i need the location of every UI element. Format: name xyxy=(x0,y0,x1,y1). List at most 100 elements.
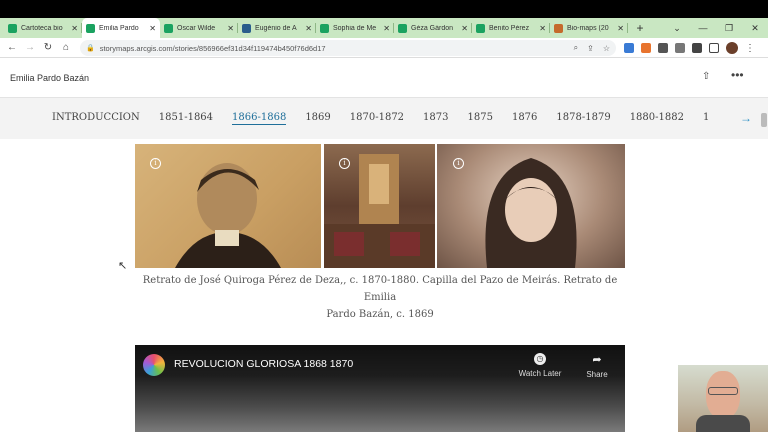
tab-favicon-icon xyxy=(320,23,329,33)
address-bar-row: ← → ↻ ⌂ 🔒 storymaps.arcgis.com/stories/8… xyxy=(0,38,768,58)
tab-label: Cartoteca bio xyxy=(21,24,63,32)
nav-item[interactable]: 1851-1864 xyxy=(159,112,213,123)
browser-tab[interactable]: Oscar Wilde ✕ xyxy=(160,18,238,38)
top-black-bar xyxy=(0,0,768,18)
clock-icon: ◷ xyxy=(534,353,546,365)
url-field[interactable]: 🔒 storymaps.arcgis.com/stories/856966ef3… xyxy=(80,40,616,56)
webcam-overlay xyxy=(678,365,768,432)
glasses xyxy=(708,387,738,395)
story-header: Emilia Pardo Bazán ⇧ ••• xyxy=(0,59,768,98)
bookmark-star-icon[interactable]: ☆ xyxy=(603,44,610,53)
watch-later-button[interactable]: ◷ Watch Later xyxy=(518,353,562,378)
video-title[interactable]: REVOLUCION GLORIOSA 1868 1870 xyxy=(174,358,353,370)
nav-item[interactable]: 1866-1868 xyxy=(232,112,287,125)
tab-label: Géza Gárdon xyxy=(411,24,454,32)
forward-icon[interactable]: → xyxy=(21,42,39,53)
extension-icon[interactable] xyxy=(624,43,634,53)
share-arrow-icon: ➦ xyxy=(592,354,602,366)
tab-favicon-icon xyxy=(554,23,563,33)
close-window-button[interactable]: ✕ xyxy=(742,18,768,38)
channel-logo[interactable] xyxy=(143,354,165,376)
extension-icon[interactable] xyxy=(641,43,651,53)
puzzle-extensions-icon[interactable] xyxy=(692,43,702,53)
info-icon[interactable]: i xyxy=(150,158,161,169)
story-navigation: INTRODUCCIÓN 1851-1864 1866-1868 1869 1870-1… xyxy=(0,98,768,139)
browser-tab[interactable]: Benito Pérez ✕ xyxy=(472,18,550,38)
nav-item[interactable]: 1878-1879 xyxy=(556,112,610,123)
tab-favicon-icon xyxy=(476,23,485,33)
browser-tab-bar: Cartoteca bio ✕ Emilia Pardo ✕ Oscar Wilde ✕ E… xyxy=(0,18,768,38)
nav-item[interactable]: 1869 xyxy=(305,112,330,123)
tab-label: Emilia Pardo xyxy=(99,24,139,32)
maximize-button[interactable]: ❐ xyxy=(716,18,742,38)
tab-close-icon[interactable]: ✕ xyxy=(539,24,546,33)
tab-favicon-icon xyxy=(398,23,407,33)
tab-search-icon[interactable]: ⌄ xyxy=(664,18,690,38)
tab-label: Benito Pérez xyxy=(489,24,530,32)
mouse-cursor-icon: ↖ xyxy=(118,260,128,272)
tab-label: Sophia de Me xyxy=(333,24,377,32)
url-text: storymaps.arcgis.com/stories/856966ef31d… xyxy=(99,43,326,53)
info-icon[interactable]: i xyxy=(453,158,464,169)
tab-separator xyxy=(627,23,628,33)
browser-tab[interactable]: Sophia de Me ✕ xyxy=(316,18,394,38)
tab-close-icon[interactable]: ✕ xyxy=(305,24,312,33)
tab-favicon-icon xyxy=(242,23,251,33)
caption-line-1: Retrato de José Quiroga Pérez de Deza,, … xyxy=(142,275,618,303)
portrait-drawing xyxy=(175,163,281,268)
nav-item[interactable]: 1875 xyxy=(468,112,493,123)
tab-label: Eugénio de A xyxy=(255,24,297,32)
nav-item[interactable]: 1876 xyxy=(512,112,537,123)
tab-close-icon[interactable]: ✕ xyxy=(617,24,624,33)
window-controls: ⌄ — ❐ ✕ xyxy=(664,18,768,38)
video-share-button[interactable]: ➦ Share xyxy=(585,353,609,379)
extension-icon[interactable] xyxy=(658,43,668,53)
browser-tab[interactable]: Emilia Pardo ✕ xyxy=(82,18,160,38)
tab-close-icon[interactable]: ✕ xyxy=(461,24,468,33)
tab-label: Oscar Wilde xyxy=(177,24,216,32)
home-icon[interactable]: ⌂ xyxy=(57,42,75,53)
browser-tab[interactable]: Cartoteca bio ✕ xyxy=(4,18,82,38)
nav-items: INTRODUCCIÓN 1851-1864 1866-1868 1869 1870-1… xyxy=(52,112,710,128)
tab-close-icon[interactable]: ✕ xyxy=(227,24,234,33)
tab-close-icon[interactable]: ✕ xyxy=(71,24,78,33)
tab-close-icon[interactable]: ✕ xyxy=(149,24,156,33)
extension-icon[interactable] xyxy=(675,43,685,53)
new-tab-button[interactable]: + xyxy=(632,21,648,35)
sidebar-icon[interactable] xyxy=(709,43,719,53)
nav-item[interactable]: 1883 xyxy=(703,112,710,123)
nav-item[interactable]: 1873 xyxy=(423,112,448,123)
nav-item[interactable]: INTRODUCCIÓN xyxy=(52,112,140,123)
portrait-drawing xyxy=(485,158,577,268)
tab-close-icon[interactable]: ✕ xyxy=(383,24,390,33)
extensions-area: ⋮ xyxy=(624,38,755,58)
browser-tab[interactable]: Eugénio de A ✕ xyxy=(238,18,316,38)
profile-avatar[interactable] xyxy=(726,42,738,54)
share-page-icon[interactable]: ⇪ xyxy=(587,44,594,53)
browser-menu-icon[interactable]: ⋮ xyxy=(745,43,755,54)
youtube-video-embed[interactable]: REVOLUCION GLORIOSA 1868 1870 ◷ Watch La… xyxy=(135,345,625,432)
more-options-icon[interactable]: ••• xyxy=(731,68,744,82)
share-icon[interactable]: ⇧ xyxy=(702,71,710,82)
info-icon[interactable]: i xyxy=(339,158,350,169)
video-share-label: Share xyxy=(586,370,608,379)
tab-favicon-icon xyxy=(164,23,173,33)
browser-tab[interactable]: Bio-maps (20 ✕ xyxy=(550,18,628,38)
watch-later-label: Watch Later xyxy=(518,369,562,378)
nav-item[interactable]: 1870-1872 xyxy=(350,112,404,123)
presenter-shirt xyxy=(696,415,750,432)
tab-favicon-icon xyxy=(86,23,95,33)
lock-icon: 🔒 xyxy=(86,45,95,52)
tab-label: Bio-maps (20 xyxy=(567,24,609,32)
next-arrow-icon[interactable]: → xyxy=(740,111,752,125)
minimize-button[interactable]: — xyxy=(690,18,716,38)
scrollbar-thumb[interactable] xyxy=(761,113,767,127)
nav-item[interactable]: 1880-1882 xyxy=(630,112,684,123)
browser-tab[interactable]: Géza Gárdon ✕ xyxy=(394,18,472,38)
zoom-icon[interactable]: ⌕ xyxy=(574,43,578,53)
reload-icon[interactable]: ↻ xyxy=(39,42,57,53)
presenter-face xyxy=(706,371,740,419)
back-icon[interactable]: ← xyxy=(3,42,21,53)
story-title: Emilia Pardo Bazán xyxy=(10,73,90,83)
portrait-jose-quiroga xyxy=(135,144,321,268)
